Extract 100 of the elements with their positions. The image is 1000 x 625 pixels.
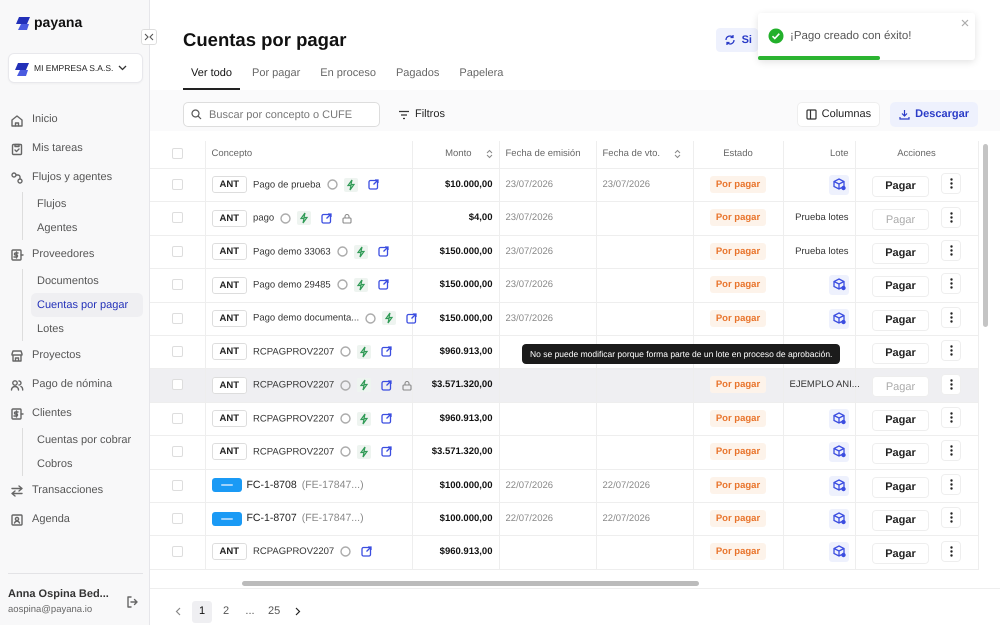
add-batch-icon[interactable] xyxy=(828,542,848,562)
download-button[interactable]: Descargar xyxy=(890,102,978,127)
external-link-icon[interactable] xyxy=(381,346,392,358)
collapse-button[interactable] xyxy=(141,29,157,45)
sidebar-subitem[interactable]: Cobros xyxy=(31,452,143,476)
company-selector[interactable]: MI EMPRESA S.A.S. xyxy=(8,53,143,83)
more-options-button[interactable] xyxy=(941,340,961,362)
more-options-button[interactable] xyxy=(941,306,961,328)
sidebar-item[interactable]: Proyectos xyxy=(8,341,143,370)
page-button[interactable]: ... xyxy=(240,600,260,622)
pay-button[interactable]: Pagar xyxy=(872,176,929,198)
sidebar-item[interactable]: Flujos y agentes xyxy=(8,163,143,192)
sidebar-item[interactable]: Mis tareas xyxy=(8,134,143,163)
column-header[interactable]: Monto xyxy=(445,148,472,160)
add-batch-icon[interactable] xyxy=(828,175,848,196)
external-link-icon[interactable] xyxy=(378,246,389,258)
status-circle-icon xyxy=(280,212,292,224)
sidebar-item[interactable]: Pago de nómina xyxy=(8,370,143,399)
status-circle-icon xyxy=(340,346,352,358)
sync-button[interactable]: Si xyxy=(716,28,758,52)
page-button[interactable]: 2 xyxy=(216,600,236,622)
sidebar-item[interactable]: Agenda xyxy=(8,505,143,534)
sidebar-item[interactable]: Transacciones xyxy=(8,476,143,505)
checkbox[interactable] xyxy=(172,446,183,458)
status-circle-icon xyxy=(336,246,348,258)
concept-text: Pago de prueba xyxy=(253,179,321,190)
external-link-icon[interactable] xyxy=(381,380,392,391)
checkbox[interactable] xyxy=(172,480,183,491)
users-icon xyxy=(10,378,24,392)
sidebar-subitem[interactable]: Cuentas por pagar xyxy=(31,293,143,317)
checkbox[interactable] xyxy=(172,312,183,324)
columns-button[interactable]: Columnas xyxy=(796,102,880,127)
checkbox[interactable] xyxy=(172,148,183,160)
add-batch-icon[interactable] xyxy=(828,308,848,329)
checkbox[interactable] xyxy=(172,379,183,390)
concept-text: pago xyxy=(253,212,274,224)
tab[interactable]: Pagados xyxy=(388,61,448,90)
nodes-icon xyxy=(10,170,24,184)
search-field[interactable]: Buscar por concepto o CUFE xyxy=(183,102,380,127)
pay-button[interactable]: Pagar xyxy=(872,510,929,531)
pay-button[interactable]: Pagar xyxy=(872,310,929,331)
more-options-button[interactable] xyxy=(941,440,961,462)
add-batch-icon[interactable] xyxy=(828,275,848,296)
checkbox[interactable] xyxy=(172,179,183,190)
download-icon xyxy=(899,109,910,120)
sidebar-item[interactable]: Inicio xyxy=(8,105,143,134)
tab[interactable]: En proceso xyxy=(312,61,384,90)
more-options-button[interactable] xyxy=(941,407,961,428)
type-tag: ANT xyxy=(212,176,248,194)
checkbox[interactable] xyxy=(172,512,183,524)
status-circle-icon xyxy=(336,279,348,290)
sidebar-subitem[interactable]: Lotes xyxy=(31,317,143,341)
more-options-button[interactable] xyxy=(941,474,961,495)
external-link-icon[interactable] xyxy=(321,212,332,224)
add-batch-icon[interactable] xyxy=(828,509,848,530)
pay-button[interactable]: Pagar xyxy=(872,476,929,498)
external-link-icon[interactable] xyxy=(381,446,392,458)
external-link-icon[interactable] xyxy=(378,279,389,290)
clipboard-icon xyxy=(10,142,24,156)
external-link-icon[interactable] xyxy=(406,312,418,324)
checkbox[interactable] xyxy=(172,279,183,290)
more-options-button[interactable] xyxy=(941,173,961,194)
more-options-button[interactable] xyxy=(941,206,961,228)
external-link-icon[interactable] xyxy=(361,546,372,558)
page-button[interactable]: 25 xyxy=(264,600,284,622)
sidebar-subitem[interactable]: Cuentas por cobrar xyxy=(31,428,143,452)
sidebar-subitem[interactable]: Flujos xyxy=(31,192,143,216)
more-options-button[interactable] xyxy=(941,540,961,562)
page-button[interactable]: 1 xyxy=(192,600,212,622)
more-options-button[interactable] xyxy=(941,240,961,262)
column-header[interactable]: Fecha de vto. xyxy=(602,148,660,160)
tab[interactable]: Por pagar xyxy=(244,61,308,90)
sidebar-subitem[interactable]: Documentos xyxy=(31,269,143,293)
pay-button[interactable]: Pagar xyxy=(872,343,929,364)
tab[interactable]: Papelera xyxy=(451,61,512,90)
sidebar-item[interactable]: Clientes xyxy=(8,399,143,428)
checkbox[interactable] xyxy=(172,346,183,357)
vertical-scrollbar[interactable] xyxy=(983,144,988,326)
checkbox[interactable] xyxy=(172,212,183,224)
checkbox[interactable] xyxy=(172,412,183,424)
add-batch-icon[interactable] xyxy=(828,476,848,496)
pay-button[interactable]: Pagar xyxy=(872,276,929,298)
more-options-button[interactable] xyxy=(941,273,961,294)
add-batch-icon[interactable] xyxy=(828,442,848,462)
external-link-icon[interactable] xyxy=(368,179,379,190)
pay-button[interactable]: Pagar xyxy=(872,242,929,264)
external-link-icon[interactable] xyxy=(381,413,392,424)
pay-button[interactable]: Pagar xyxy=(872,410,929,431)
add-batch-icon[interactable] xyxy=(828,408,848,429)
pay-button[interactable]: Pagar xyxy=(872,443,929,464)
horizontal-scrollbar[interactable] xyxy=(242,580,699,586)
pay-button[interactable]: Pagar xyxy=(872,543,929,564)
filters-button[interactable]: Filtros xyxy=(390,102,453,127)
status-badge: Por pagar xyxy=(710,376,766,394)
more-options-button[interactable] xyxy=(941,507,961,528)
sidebar-subitem[interactable]: Agentes xyxy=(31,216,143,240)
sidebar-item[interactable]: Proveedores xyxy=(8,240,143,269)
checkbox[interactable] xyxy=(172,546,183,558)
checkbox[interactable] xyxy=(172,246,183,257)
more-options-button[interactable] xyxy=(941,374,961,395)
